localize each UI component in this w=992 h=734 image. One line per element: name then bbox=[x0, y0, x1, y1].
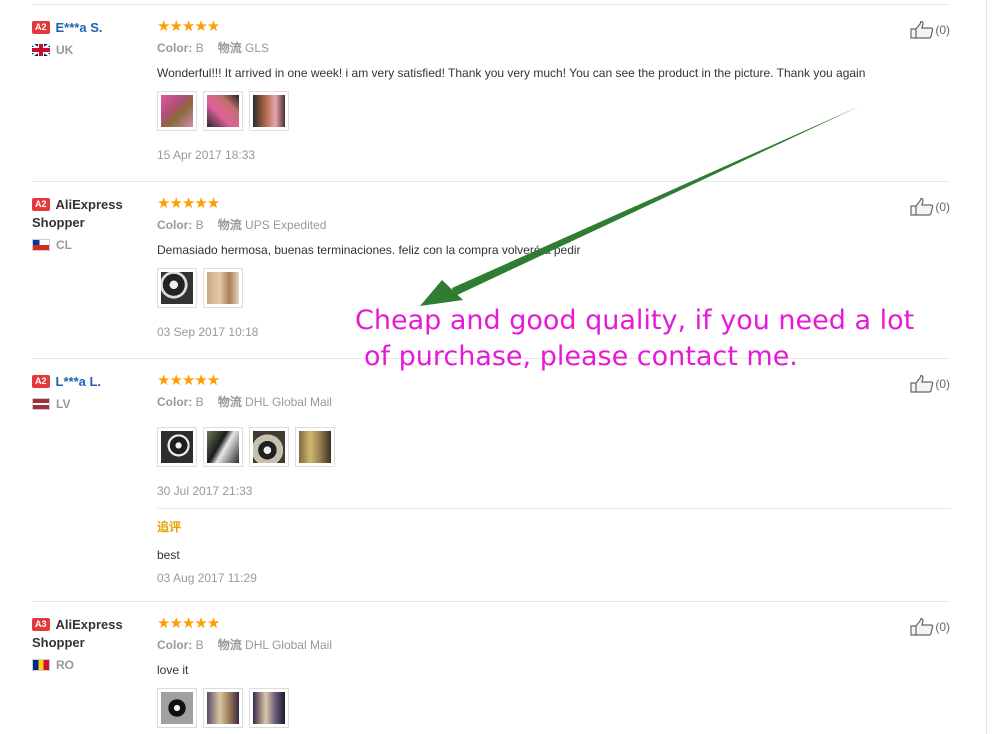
promo-overlay-text: Cheap and good quality, if you need a lo… bbox=[355, 303, 914, 375]
promo-line-2: of purchase, please contact me. bbox=[364, 341, 798, 372]
promo-line-1: Cheap and good quality, if you need a lo… bbox=[355, 305, 915, 336]
